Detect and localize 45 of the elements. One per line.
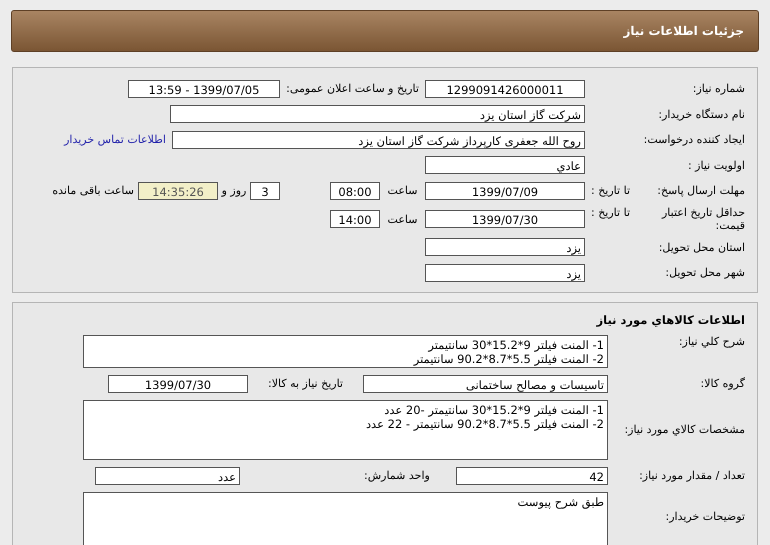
description-box: 1- المنت فیلتر 9*15.2*30 سانتیمتر 2- المنت فیلتر 5.5*8.7*90.2 سانتیمتر	[83, 334, 608, 368]
buyer-field: شرکت گاز استان یزد	[170, 105, 585, 124]
field-label: حداقل تاریخ اعتبار قیمت:	[660, 206, 745, 232]
quantity-field: 42	[456, 466, 608, 484]
time-label: ساعت	[388, 184, 418, 198]
specs-box: 1- المنت فیلتر 9*15.2*30 سانتیمتر -20 عدد 2- المنت فیلتر 5.5*8.7*90.2 سانتیمتر - 22 عدد	[83, 400, 608, 460]
field-label: توضیحات خریدار:	[666, 510, 745, 522]
remaining-label: ساعت باقی مانده	[52, 184, 134, 198]
remaining-time-field: 14:35:26	[138, 182, 218, 200]
page-title: جزئیات اطلاعات نیاز	[623, 24, 744, 38]
field-label: تاریخ و ساعت اعلان عمومی:	[286, 82, 419, 96]
goods-group-field: تاسیسات و مصالح ساختمانی	[363, 374, 608, 392]
validity-time-field: 14:00	[330, 210, 380, 228]
field-label: تا تاریخ :	[591, 206, 630, 221]
field-label: شماره نیاز:	[692, 82, 745, 96]
field-label: واحد شمارش:	[364, 469, 430, 482]
need-date-field: 1399/07/30	[108, 374, 248, 392]
section-title: اطلاعات کالاهاي مورد نیاز	[595, 312, 745, 326]
announce-date-field: 1399/07/05 - 13:59	[128, 80, 280, 98]
field-label: استان محل تحویل:	[658, 240, 745, 254]
time-label: ساعت	[388, 212, 418, 226]
city-field: یزد	[425, 264, 585, 282]
priority-field: عادي	[425, 156, 585, 174]
field-label: گروه کالا:	[700, 377, 745, 390]
contact-link[interactable]: اطلاعات تماس خریدار	[64, 133, 166, 146]
field-label: شهر محل تحویل:	[665, 266, 745, 280]
days-field: 3	[250, 182, 280, 200]
field-label: تعداد / مقدار مورد نیاز:	[639, 469, 745, 482]
deadline-date-field: 1399/07/09	[425, 182, 585, 200]
field-label: ایجاد کننده درخواست:	[644, 133, 745, 146]
field-label: مشخصات کالاي مورد نیاز:	[624, 423, 745, 436]
deadline-time-field: 08:00	[330, 182, 380, 200]
field-label: تاریخ نیاز به کالا:	[268, 377, 343, 390]
field-label: نام دستگاه خریدار:	[658, 108, 745, 121]
field-label: مهلت ارسال پاسخ:	[657, 184, 745, 198]
requester-field: روح الله جعفری کارپرداز شرکت گاز استان یزد	[172, 130, 585, 149]
field-label: اولویت نیاز :	[688, 158, 745, 172]
need-number-field: 1299091426000011	[425, 80, 585, 98]
province-field: یزد	[425, 238, 585, 256]
validity-date-field: 1399/07/30	[425, 210, 585, 228]
field-label: شرح کلي نیاز:	[678, 334, 745, 348]
days-label: روز و	[222, 184, 246, 198]
notes-box: طبق شرح پیوست	[83, 492, 608, 545]
unit-field: عدد	[95, 466, 240, 484]
field-label: تا تاریخ :	[591, 184, 630, 198]
